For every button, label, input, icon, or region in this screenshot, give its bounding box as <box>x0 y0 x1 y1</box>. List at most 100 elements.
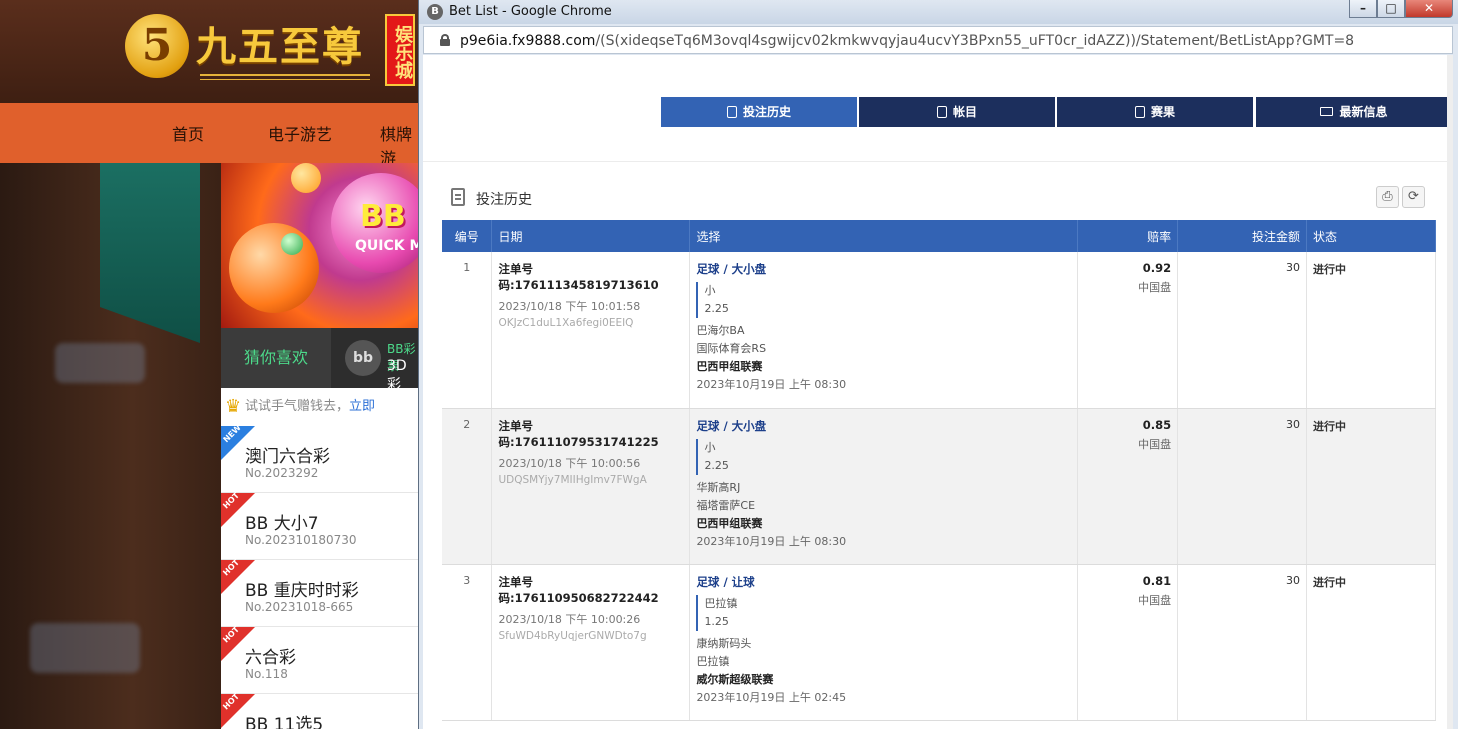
chrome-window: B Bet List - Google Chrome – □ ✕ p9e6ia.… <box>418 0 1458 729</box>
lottery-number: No.2023292 <box>245 466 319 480</box>
lottery-number: No.202310180730 <box>245 533 357 547</box>
kickoff-time: 2023年10月19日 上午 02:45 <box>696 690 847 704</box>
tab-guess-you-like[interactable]: 猜你喜欢 <box>221 328 331 388</box>
tab-account[interactable]: 帐目 <box>859 97 1055 127</box>
home-team: 巴海尔BA <box>696 324 745 337</box>
away-team: 福塔雷萨CE <box>696 498 756 512</box>
cell-stake: 30 <box>1177 408 1308 565</box>
browser-icon: B <box>427 4 443 20</box>
side-decoration <box>100 163 200 343</box>
odds-market: 中国盘 <box>1138 593 1172 607</box>
list-item[interactable]: HOT 六合彩 No.118 <box>221 625 420 694</box>
page-scrollbar[interactable] <box>1447 55 1453 729</box>
col-selection: 选择 <box>689 220 1079 252</box>
cell-ticket: 注单号码:176111079531741225 2023/10/18 下午 10… <box>491 408 691 565</box>
odds-value: 0.81 <box>1142 573 1172 588</box>
results-icon <box>1134 106 1145 118</box>
league-name: 威尔斯超级联赛 <box>696 672 774 686</box>
kickoff-time: 2023年10月19日 上午 08:30 <box>696 534 847 548</box>
site-logo-mark: 5 <box>125 14 189 78</box>
promo-link[interactable]: 立即 <box>349 399 375 414</box>
bet-date: 2023/10/18 下午 10:00:26 <box>498 612 641 626</box>
bet-date: 2023/10/18 下午 10:00:56 <box>498 456 641 470</box>
lottery-name: 六合彩 <box>245 648 296 668</box>
odds-market: 中国盘 <box>1138 437 1172 451</box>
refresh-button[interactable]: ⟳ <box>1402 186 1425 208</box>
col-stake: 投注金额 <box>1177 220 1308 252</box>
ledger-icon <box>936 106 947 118</box>
bet-date: 2023/10/18 下午 10:01:58 <box>498 300 641 313</box>
list-item[interactable]: NEW 澳门六合彩 No.2023292 <box>221 423 420 493</box>
home-team: 华斯高RJ <box>696 480 741 494</box>
bet-code: OKJzC1duL1Xa6fegi0EEIQ <box>498 317 634 329</box>
divider <box>423 161 1453 162</box>
table-header: 编号 日期 选择 赔率 投注金额 状态 <box>442 220 1436 252</box>
tab-results[interactable]: 赛果 <box>1057 97 1253 127</box>
window-title: Bet List - Google Chrome <box>449 4 612 19</box>
side-blur-element <box>55 343 145 383</box>
site-nav-home[interactable]: 首页 <box>172 121 204 145</box>
cell-ticket: 注单号码:176110950682722442 2023/10/18 下午 10… <box>491 564 691 721</box>
table-row: 3 注单号码:176110950682722442 2023/10/18 下午 … <box>442 564 1436 721</box>
odds-market: 中国盘 <box>1138 281 1172 294</box>
row-number: 1 <box>442 252 493 409</box>
minimize-button[interactable]: – <box>1349 0 1377 18</box>
window-titlebar[interactable]: B Bet List - Google Chrome – □ ✕ <box>419 0 1458 24</box>
lottery-number: No.20231018-665 <box>245 600 354 614</box>
bet-type: 足球 / 大小盘 <box>696 418 767 433</box>
maximize-button[interactable]: □ <box>1377 0 1405 18</box>
site-nav: 首页 电子游艺 棋牌游 <box>0 103 420 168</box>
list-item[interactable]: HOT BB 11选5 <box>221 692 420 729</box>
lottery-number: No.118 <box>245 667 288 681</box>
cell-odds: 0.92 中国盘 <box>1077 252 1179 409</box>
url-text[interactable]: p9e6ia.fx9888.com/(S(xideqseTq6M3ovql4sg… <box>460 32 1354 50</box>
clipboard-icon <box>726 106 737 118</box>
cell-selection: 足球 / 让球 巴拉镇 1.25 康纳斯码头 巴拉镇 威尔斯超级联赛 2023年1… <box>689 564 1079 721</box>
site-logo-text: 九五至尊 <box>196 23 364 70</box>
lock-icon <box>440 34 450 46</box>
close-button[interactable]: ✕ <box>1405 0 1453 18</box>
crown-icon: ♛ <box>225 396 242 417</box>
list-item[interactable]: HOT BB 重庆时时彩 No.20231018-665 <box>221 558 420 627</box>
mail-icon <box>1320 107 1334 116</box>
banner-ball <box>281 233 303 255</box>
league-name: 巴西甲组联赛 <box>696 516 763 530</box>
bet-table: 编号 日期 选择 赔率 投注金额 状态 1 注单号码:1761113458197… <box>442 220 1436 721</box>
site-side-background <box>0 163 221 729</box>
lottery-list: NEW 澳门六合彩 No.2023292 HOT BB 大小7 No.20231… <box>221 423 420 729</box>
banner-ball <box>229 223 319 313</box>
home-team: 康纳斯码头 <box>696 636 752 650</box>
table-row: 2 注单号码:176111079531741225 2023/10/18 下午 … <box>442 408 1436 565</box>
game-tabs: 猜你喜欢 bb BB彩票 3D彩 <box>221 328 420 393</box>
tab-bet-history[interactable]: 投注历史 <box>661 97 857 127</box>
lottery-name: 澳门六合彩 <box>245 447 330 467</box>
cell-stake: 30 <box>1177 564 1308 721</box>
history-icon <box>451 188 465 206</box>
league-name: 巴西甲组联赛 <box>696 360 763 373</box>
address-bar[interactable]: p9e6ia.fx9888.com/(S(xideqseTq6M3ovql4sg… <box>423 26 1453 54</box>
bet-pick: 小 2.25 <box>696 438 1071 475</box>
logo-ornament <box>200 74 370 80</box>
site-nav-slots[interactable]: 电子游艺 <box>268 121 332 145</box>
logo-badge: 娱乐城 <box>385 14 415 86</box>
cell-selection: 足球 / 大小盘 小 2.25 华斯高RJ 福塔雷萨CE 巴西甲组联赛 2023年… <box>689 408 1079 565</box>
odds-value: 0.92 <box>1142 261 1172 275</box>
cell-ticket: 注单号码:176111345819713610 2023/10/18 下午 10… <box>491 252 691 409</box>
bet-pick: 巴拉镇 1.25 <box>696 594 1071 631</box>
odds-value: 0.85 <box>1142 417 1172 432</box>
row-number: 3 <box>442 564 493 721</box>
lottery-name: BB 11选5 <box>245 715 324 729</box>
tab-latest-info[interactable]: 最新信息 <box>1256 97 1452 127</box>
promo-bar: ♛ 试试手气赠钱去，立即 <box>221 388 420 426</box>
list-item[interactable]: HOT BB 大小7 No.202310180730 <box>221 491 420 560</box>
site-nav-cards[interactable]: 棋牌游 <box>380 121 420 169</box>
cell-status: 进行中 <box>1306 564 1436 721</box>
ticket-number: 注单号码:176111079531741225 <box>498 418 659 449</box>
section-title: 投注历史 <box>476 192 532 208</box>
cell-stake: 30 <box>1177 252 1308 409</box>
print-button[interactable]: ⎙ <box>1376 186 1399 208</box>
ticket-number: 注单号码:176110950682722442 <box>498 574 659 605</box>
lottery-name: BB 重庆时时彩 <box>245 581 359 601</box>
col-status: 状态 <box>1306 220 1436 252</box>
bet-list-page: 投注历史 帐目 赛果 最新信息 投注历史 ⎙ ⟳ 编号 日期 选择 赔率 投注金… <box>423 55 1453 729</box>
